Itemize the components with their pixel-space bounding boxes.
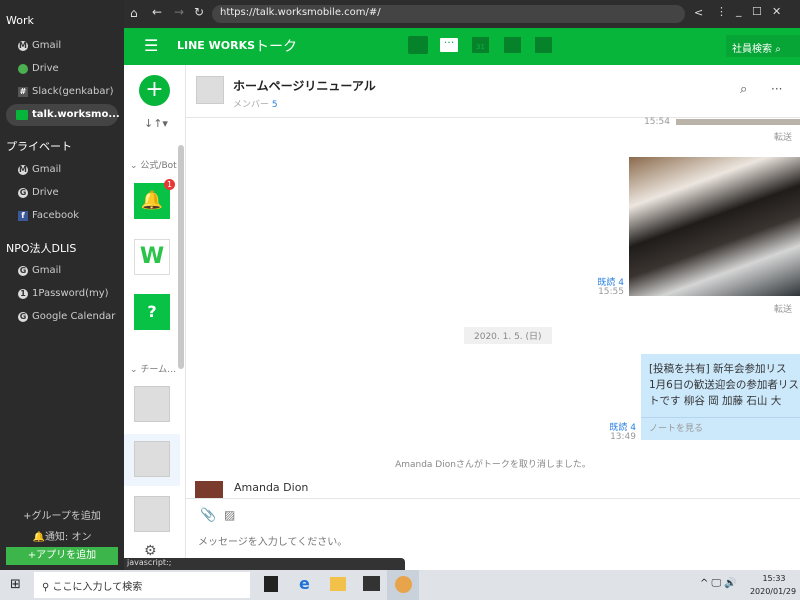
sidebar-item-calendar[interactable]: G Google Calendar — [18, 311, 115, 322]
view-note-link[interactable]: ノートを見る — [641, 418, 800, 437]
search-icon[interactable]: ⌕ — [740, 82, 747, 97]
contacts-nav-icon[interactable] — [504, 37, 521, 53]
note-message[interactable]: [投稿を共有] 新年会参加リス 1月6日の歓送迎会の参加者リス トです 柳谷 岡… — [641, 354, 800, 440]
section-bot[interactable]: ⌄ 公式/Bot — [130, 158, 180, 171]
drive-icon — [18, 63, 28, 74]
talk-nav-icon[interactable]: ··· — [440, 37, 458, 52]
settings-icon[interactable]: ⚙ — [144, 543, 157, 559]
group-avatar[interactable] — [134, 496, 170, 532]
notification-bot[interactable]: 🔔 — [134, 183, 170, 219]
maximize-icon[interactable]: ☐ — [752, 5, 762, 18]
chat-title: ホームページリニューアル — [233, 79, 376, 93]
message-input[interactable] — [198, 533, 788, 551]
message-time: 15:55 — [598, 287, 624, 297]
sidebar-item-drive[interactable]: G Drive — [18, 187, 59, 198]
share-icon[interactable]: < — [694, 6, 703, 19]
sender-name: Amanda Dion — [234, 481, 309, 494]
sidebar-item-1password[interactable]: 1 1Password(my) — [18, 288, 109, 299]
section-title: プライベート — [6, 140, 72, 153]
chat-header: ホームページリニューアル メンバー 5 ⌕ ··· — [186, 65, 800, 118]
add-group-button[interactable]: +グループを追加 — [0, 507, 124, 522]
store-icon[interactable] — [264, 576, 278, 592]
attach-icon[interactable]: 📎 — [200, 508, 216, 523]
notify-toggle[interactable]: 🔔通知: オン — [0, 528, 124, 543]
url-bar[interactable]: https://talk.worksmobile.com/#/ — [212, 5, 685, 23]
reload-icon[interactable]: ↻ — [194, 5, 204, 19]
google-icon: G — [18, 265, 28, 276]
message-time: 13:49 — [610, 432, 636, 442]
app-title: トーク — [255, 39, 297, 55]
section-title: NPO法人DLIS — [6, 242, 77, 255]
forward-link[interactable]: 転送 — [746, 130, 792, 143]
home-nav-icon[interactable] — [408, 36, 428, 54]
windows-start-icon[interactable]: ⊞ — [10, 577, 21, 592]
sidebar-item-gmail[interactable]: G Gmail — [18, 265, 61, 276]
group-avatar[interactable] — [134, 441, 170, 477]
sidebar-item-drive[interactable]: Drive — [18, 63, 59, 74]
group-avatar[interactable] — [134, 386, 170, 422]
sidebar-item-gmail[interactable]: M Gmail — [18, 164, 61, 175]
gmail-icon: M — [18, 40, 28, 51]
search-icon: ⚲ — [42, 582, 50, 593]
add-app-button[interactable]: +アプリを追加 — [6, 547, 118, 565]
browser-toolbar: ⌂ ← → ↻ https://talk.worksmobile.com/#/ … — [124, 0, 800, 28]
message-time: 15:54 — [644, 117, 670, 127]
employee-search-button[interactable]: 社員検索 ⌕ — [726, 35, 800, 57]
minimize-icon[interactable]: _ — [736, 4, 742, 17]
1password-icon: 1 — [18, 288, 28, 299]
group-avatar — [196, 76, 224, 104]
search-icon: ⌕ — [775, 44, 781, 55]
brand-logo: LINE WORKS — [177, 39, 256, 52]
more-icon[interactable]: ⋮ — [716, 5, 727, 18]
explorer-icon[interactable] — [330, 577, 346, 591]
sidebar-item-gmail[interactable]: M Gmail — [18, 40, 61, 51]
help-bot[interactable]: ? — [134, 294, 170, 330]
photo-message[interactable] — [676, 119, 800, 125]
scrollbar[interactable] — [178, 145, 184, 369]
sidebar-item-talk-label[interactable]: talk.worksmo... — [16, 109, 120, 120]
google-icon: G — [18, 187, 28, 198]
section-title: Work — [6, 14, 34, 27]
task-nav-icon[interactable] — [535, 37, 552, 53]
edge-icon[interactable]: e — [299, 574, 310, 593]
sidebar-item-facebook[interactable]: f Facebook — [18, 210, 79, 221]
more-icon[interactable]: ··· — [771, 82, 782, 96]
section-team[interactable]: ⌄ チーム… — [130, 362, 180, 375]
member-count[interactable]: メンバー 5 — [233, 97, 278, 110]
tray-icons[interactable]: ^ 🖵 🔊 — [700, 578, 737, 589]
google-icon: G — [18, 311, 28, 322]
works-bot[interactable]: W — [134, 239, 170, 275]
app-taskbar-button[interactable] — [387, 570, 419, 600]
mail-icon[interactable] — [363, 576, 380, 591]
talk-icon — [16, 109, 28, 120]
status-tooltip: javascript:; — [124, 558, 405, 570]
photo-message-dog[interactable] — [629, 157, 800, 296]
unread-badge: 1 — [164, 179, 175, 190]
taskbar-search[interactable]: ⚲ ここに入力して検索 — [34, 572, 250, 598]
forward-link[interactable]: 転送 — [746, 302, 792, 315]
menu-icon[interactable]: ☰ — [144, 36, 158, 55]
channel-column: + ↓↑▾ ⌄ 公式/Bot 🔔 1 W ? ⌄ チーム… ⚙ — [124, 65, 186, 570]
image-icon[interactable]: ▨ — [224, 508, 235, 522]
sender-avatar[interactable] — [195, 481, 223, 499]
chat-pane: ホームページリニューアル メンバー 5 ⌕ ··· 15:54 転送 既読 4 … — [186, 65, 800, 570]
sidebar-item-slack[interactable]: # Slack(genkabar) — [18, 86, 114, 97]
app-header: ☰ LINE WORKS トーク ··· 31 社員検索 ⌕ — [124, 28, 800, 65]
clock-time[interactable]: 15:33 — [752, 574, 796, 583]
app-sidebar: Work M Gmail Drive # Slack(genkabar) talk.… — [0, 0, 124, 570]
system-message: Amanda Dionさんがトークを取り消しました。 — [395, 460, 591, 470]
taskbar: ⊞ ⚲ ここに入力して検索 e ^ 🖵 🔊 15:33 2020/01/29 — [0, 570, 800, 600]
sort-button[interactable]: ↓↑▾ — [144, 117, 168, 130]
calendar-nav-icon[interactable]: 31 — [472, 37, 489, 53]
facebook-icon: f — [18, 210, 28, 221]
back-icon[interactable]: ← — [152, 5, 162, 19]
clock-date[interactable]: 2020/01/29 — [748, 587, 798, 596]
home-icon[interactable]: ⌂ — [130, 6, 138, 20]
date-divider: 2020. 1. 5. (日) — [464, 327, 552, 344]
forward-icon[interactable]: → — [174, 5, 184, 19]
new-chat-button[interactable]: + — [139, 75, 170, 106]
close-icon[interactable]: ✕ — [772, 5, 781, 18]
